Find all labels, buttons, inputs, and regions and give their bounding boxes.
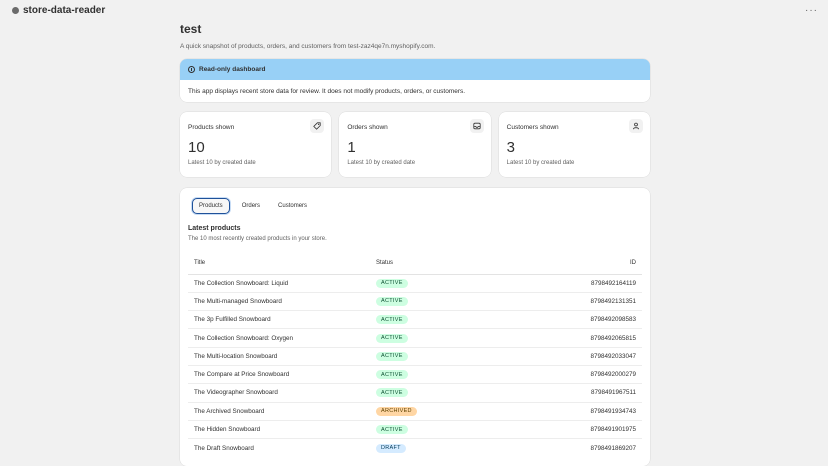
stat-value: 1 [347,139,356,156]
status-badge: ARCHIVED [376,406,417,416]
product-title: The Hidden Snowboard [188,420,370,440]
status-badge: ACTIVE [376,278,408,288]
column-header-title: Title [188,252,370,275]
table-row: The Compare at Price Snowboard ACTIVE 8798… [188,365,642,385]
stat-card-products: Products shown 10 Latest 10 by created d… [180,112,332,177]
product-id: 8798492131351 [500,292,642,312]
product-id: 8798492000279 [500,365,642,385]
stat-note: Latest 10 by created date [506,160,575,166]
column-header-id: ID [500,252,642,275]
stat-value: 3 [506,139,515,156]
person-icon [628,119,643,133]
tab-products[interactable]: Products [192,198,230,214]
app-name-label: store-data-reader [23,4,106,16]
more-actions-button[interactable]: ··· [805,5,818,16]
product-title: The Videographer Snowboard [188,383,370,403]
product-title: The Multi-managed Snowboard [188,292,370,312]
table-header-row: Title Status ID [188,252,642,275]
product-status-cell: ACTIVE [370,292,501,312]
status-badge: DRAFT [376,443,406,453]
product-status-cell: ACTIVE [370,347,501,366]
product-id: 8798492098583 [500,310,642,330]
status-badge: ACTIVE [376,315,408,325]
table-row: The 3p Fulfilled Snowboard ACTIVE 87984920… [188,310,642,330]
stats-row: Products shown 10 Latest 10 by created d… [180,112,650,177]
banner-body: This app displays recent store data for … [188,88,466,95]
stat-label: Customers shown [506,124,559,131]
stat-value: 10 [188,139,205,156]
product-id: 8798491934743 [500,402,642,421]
product-title: The Multi-location Snowboard [188,347,370,366]
table-row: The Videographer Snowboard ACTIVE 87984919… [188,383,642,403]
products-card: Products Orders Customers Latest product… [180,188,650,466]
table-row: The Archived Snowboard ARCHIVED 8798491934… [188,402,642,421]
product-id: 8798491901975 [500,420,642,440]
app-icon [12,6,19,14]
tab-customers[interactable]: Customers [272,199,313,213]
table-row: The Hidden Snowboard ACTIVE 8798491901975 [188,420,642,440]
app-top-bar: store-data-reader ··· [0,0,828,20]
product-id: 8798492164119 [500,274,642,293]
status-badge: ACTIVE [376,370,408,380]
product-status-cell: DRAFT [370,439,500,457]
table-row: The Draft Snowboard DRAFT 8798491869207 [188,439,642,457]
product-title: The Draft Snowboard [194,444,254,452]
page-subtitle: A quick snapshot of products, orders, an… [180,43,436,50]
table-row: The Multi-location Snowboard ACTIVE 879849… [188,347,642,366]
status-badge: ACTIVE [376,351,408,361]
product-title: The Archived Snowboard [188,402,370,421]
status-badge: ACTIVE [376,425,408,435]
table-row: The Collection Snowboard: Oxygen ACTIVE 87… [188,328,642,348]
product-status-cell: ACTIVE [370,274,501,293]
product-id: 8798492065815 [500,328,642,348]
banner-title: Read-only dashboard [199,66,266,73]
table-row: The Collection Snowboard: Liquid ACTIVE 87… [188,274,642,293]
table-row: The Multi-managed Snowboard ACTIVE 8798492… [188,292,642,312]
inbox-icon [469,119,484,133]
app-title: store-data-reader [12,5,105,16]
banner-header: Read-only dashboard [180,59,650,80]
product-status-cell: ACTIVE [370,328,501,348]
read-only-banner: Read-only dashboard This app displays re… [180,59,650,102]
stat-note: Latest 10 by created date [347,160,416,166]
stat-card-customers: Customers shown 3 Latest 10 by created d… [498,112,650,177]
page-content: test A quick snapshot of products, order… [180,20,650,466]
tab-bar: Products Orders Customers [192,198,642,214]
product-id: 8798492033047 [500,347,642,366]
product-title: The 3p Fulfilled Snowboard [188,310,370,330]
stat-label: Products shown [188,124,235,131]
stat-card-orders: Orders shown 1 Latest 10 by created date [339,112,491,177]
product-title: The Collection Snowboard: Liquid [188,274,370,293]
product-id: 8798491967511 [500,383,642,403]
product-status-cell: ACTIVE [370,365,501,385]
tab-orders[interactable]: Orders [236,199,266,213]
stat-label: Orders shown [347,124,388,131]
page-title: test [180,22,202,36]
section-subtitle: The 10 most recently created products in… [188,236,327,242]
info-icon [188,66,195,73]
tag-icon [310,119,325,133]
product-title: The Compare at Price Snowboard [188,365,370,385]
product-status-cell: ACTIVE [370,310,501,330]
section-title: Latest products [188,225,241,232]
status-badge: ACTIVE [376,388,408,398]
product-status-cell: ACTIVE [370,420,501,440]
stat-note: Latest 10 by created date [188,160,256,166]
product-status-cell: ARCHIVED [370,402,501,421]
product-id: 8798491869207 [590,444,636,452]
products-table: Title Status ID The Collection Snowboard… [188,252,642,457]
product-status-cell: ACTIVE [370,383,501,403]
status-badge: ACTIVE [376,333,408,343]
status-badge: ACTIVE [376,296,408,306]
product-title: The Collection Snowboard: Oxygen [188,328,370,348]
column-header-status: Status [370,252,501,275]
